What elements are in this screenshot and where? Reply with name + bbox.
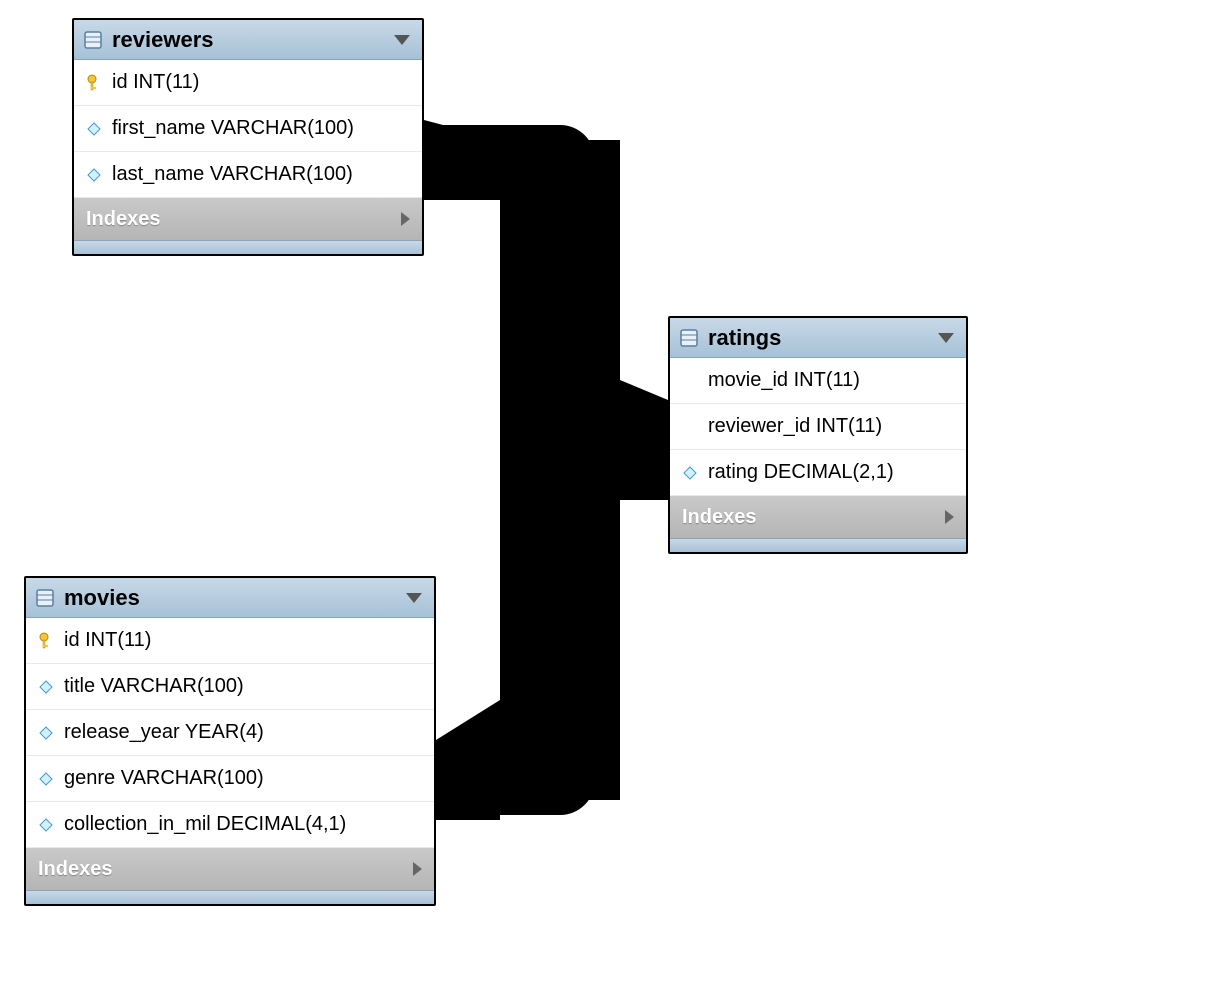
table-title: reviewers <box>112 27 394 53</box>
table-footer <box>26 890 434 904</box>
indexes-section[interactable]: Indexes <box>74 198 422 240</box>
column-row[interactable]: id INT(11) <box>74 60 422 106</box>
column-nullable-icon <box>84 122 104 136</box>
column-nullable-icon <box>84 168 104 182</box>
column-text: reviewer_id INT(11) <box>708 415 882 438</box>
column-nullable-icon <box>36 726 56 740</box>
column-row[interactable]: last_name VARCHAR(100) <box>74 152 422 198</box>
indexes-section[interactable]: Indexes <box>26 848 434 890</box>
table-header[interactable]: reviewers <box>74 20 422 60</box>
column-row[interactable]: id INT(11) <box>26 618 434 664</box>
column-nullable-icon <box>36 680 56 694</box>
chevron-down-icon[interactable] <box>406 593 422 603</box>
column-row[interactable]: movie_id INT(11) <box>670 358 966 404</box>
column-row[interactable]: rating DECIMAL(2,1) <box>670 450 966 496</box>
table-icon <box>84 31 102 49</box>
column-text: first_name VARCHAR(100) <box>112 117 354 140</box>
column-text: collection_in_mil DECIMAL(4,1) <box>64 813 346 836</box>
table-header[interactable]: ratings <box>670 318 966 358</box>
column-nullable-icon <box>36 772 56 786</box>
column-text: title VARCHAR(100) <box>64 675 244 698</box>
chevron-down-icon[interactable] <box>394 35 410 45</box>
table-movies[interactable]: movies id INT(11) title VARCHAR(100) rel… <box>24 576 436 906</box>
column-text: rating DECIMAL(2,1) <box>708 461 894 484</box>
column-row[interactable]: first_name VARCHAR(100) <box>74 106 422 152</box>
chevron-right-icon[interactable] <box>413 862 422 876</box>
indexes-label: Indexes <box>682 506 756 529</box>
chevron-down-icon[interactable] <box>938 333 954 343</box>
table-title: ratings <box>708 325 938 351</box>
column-text: release_year YEAR(4) <box>64 721 264 744</box>
column-text: id INT(11) <box>112 71 199 94</box>
table-title: movies <box>64 585 406 611</box>
indexes-label: Indexes <box>38 858 112 881</box>
column-nullable-icon <box>680 466 700 480</box>
column-row[interactable]: collection_in_mil DECIMAL(4,1) <box>26 802 434 848</box>
column-row[interactable]: title VARCHAR(100) <box>26 664 434 710</box>
table-ratings[interactable]: ratings movie_id INT(11) reviewer_id INT… <box>668 316 968 554</box>
column-row[interactable]: reviewer_id INT(11) <box>670 404 966 450</box>
table-header[interactable]: movies <box>26 578 434 618</box>
chevron-right-icon[interactable] <box>401 212 410 226</box>
table-footer <box>74 240 422 254</box>
chevron-right-icon[interactable] <box>945 510 954 524</box>
column-row[interactable]: release_year YEAR(4) <box>26 710 434 756</box>
table-icon <box>36 589 54 607</box>
column-text: movie_id INT(11) <box>708 369 860 392</box>
table-icon <box>680 329 698 347</box>
primary-key-icon <box>84 74 104 92</box>
column-text: genre VARCHAR(100) <box>64 767 264 790</box>
indexes-section[interactable]: Indexes <box>670 496 966 538</box>
indexes-label: Indexes <box>86 208 160 231</box>
column-text: id INT(11) <box>64 629 151 652</box>
table-reviewers[interactable]: reviewers id INT(11) first_name VARCHAR(… <box>72 18 424 256</box>
column-nullable-icon <box>36 818 56 832</box>
erd-canvas: reviewers id INT(11) first_name VARCHAR(… <box>0 0 1212 1000</box>
column-row[interactable]: genre VARCHAR(100) <box>26 756 434 802</box>
primary-key-icon <box>36 632 56 650</box>
table-footer <box>670 538 966 552</box>
column-text: last_name VARCHAR(100) <box>112 163 353 186</box>
